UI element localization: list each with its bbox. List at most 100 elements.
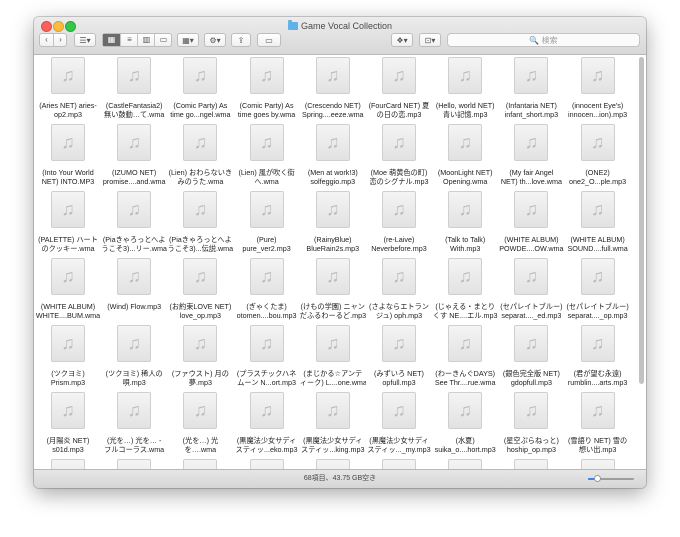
- file-item[interactable]: ♫ (Piaきゃろっとへよ うこそ3)...リー.wma: [101, 191, 167, 258]
- file-item[interactable]: ♫ (けもの学園) ニャン だふるわーるど.mp3: [300, 258, 366, 325]
- file-item[interactable]: ♫ (黒魔法少女サディ スティッ...eko.mp3: [234, 392, 300, 459]
- file-item[interactable]: ♫ (Aries NET) aries-op2.mp3: [35, 57, 101, 124]
- file-item[interactable]: ♫ (ツクヨミ) Prism.mp3: [35, 325, 101, 392]
- file-item[interactable]: ♫ (さよならエトラン ジュ) oph.mp3: [366, 258, 432, 325]
- file-item[interactable]: ♫ (水夏) suika_o....hort.mp3: [432, 392, 498, 459]
- file-name: (RainyBlue) BlueRain2s.mp3: [300, 235, 366, 253]
- arrange-button[interactable]: ☰▾: [74, 33, 96, 47]
- file-name-line-2: s01d.mp3: [52, 445, 84, 454]
- file-name-line-2: くす NE....エル.mp3: [432, 311, 498, 320]
- file-name: (光を…) 光を….wma: [167, 436, 233, 454]
- file-item[interactable]: ♫ (Lien) 風が吹く街 へ.wma: [234, 124, 300, 191]
- file-item[interactable]: ♫ (銀色完全版 NET) gdopfull.mp3: [498, 325, 564, 392]
- file-item[interactable]: ♫ (Comic Party) As time goes by.wma: [234, 57, 300, 124]
- file-name-line-1: (雪語り NET) 雪の: [568, 436, 628, 445]
- audio-file-icon: ♫: [249, 258, 284, 295]
- vertical-scrollbar[interactable]: [639, 57, 644, 384]
- file-name-line-2: 青い記憶.mp3: [442, 110, 488, 119]
- slider-knob[interactable]: [593, 475, 601, 482]
- file-item[interactable]: ♫ (FourCard NET) 夏の日の恋.mp3: [366, 57, 432, 124]
- audio-file-icon: ♫: [315, 124, 350, 161]
- file-item[interactable]: ♫ (セパレイトブルー) separat...._ed.mp3: [498, 258, 564, 325]
- file-item[interactable]: ♫ (innocent Eye's) innocen...ion).mp3: [565, 57, 631, 124]
- icon-size-slider[interactable]: [588, 475, 634, 482]
- file-name-line-2: うこそ3)...リー.wma: [101, 244, 167, 253]
- file-name-line-2: See Thr....rue.wma: [434, 378, 496, 387]
- file-name: (My fair Angel NET) th...love.wma: [498, 168, 564, 186]
- file-item[interactable]: ♫ (ファウスト) 月の 夢.mp3: [167, 325, 233, 392]
- file-item[interactable]: ♫ (Comic Party) As time go...ngel.wma: [167, 57, 233, 124]
- file-item[interactable]: ♫ (セパレイトブルー) separat...._op.mp3: [565, 258, 631, 325]
- file-item[interactable]: ♫ (星空ぷらねっと) hoship_op.mp3: [498, 392, 564, 459]
- file-item[interactable]: ♫ (Men at work!3) solfeggio.mp3: [300, 124, 366, 191]
- file-item[interactable]: ♫ (Pure) pure_ver2.mp3: [234, 191, 300, 258]
- audio-file-icon: ♫: [315, 325, 350, 362]
- file-name-line-1: (けもの学園) ニャン: [300, 302, 365, 311]
- file-item[interactable]: ♫ (まじかる☆アンテ ィーク) L....one.wma: [300, 325, 366, 392]
- back-button[interactable]: ‹: [40, 34, 54, 46]
- file-item[interactable]: ♫ (光を…) 光を….wma: [167, 392, 233, 459]
- file-item[interactable]: ♫ (月陽炎 NET) s01d.mp3: [35, 392, 101, 459]
- file-name: (Moe 萌黄色の町) 恋のシグナル.mp3: [366, 168, 432, 186]
- file-item[interactable]: ♫ (プラスチックハネ ムーン N...ort.mp3: [234, 325, 300, 392]
- file-item[interactable]: ♫ (ONE2) one2_O...ple.mp3: [565, 124, 631, 191]
- file-item[interactable]: ♫ (re-Laive) Neverbefore.mp3: [366, 191, 432, 258]
- audio-file-icon: ♫: [382, 392, 416, 429]
- file-item[interactable]: ♫ (PALETTE) ハート のクッキー.wma: [35, 191, 101, 258]
- file-item[interactable]: ♫ (Lien) おわらないき みのうた.wma: [167, 124, 233, 191]
- file-item[interactable]: ♫ (君が望む永遠) rumblin....arts.mp3: [565, 325, 631, 392]
- search-input[interactable]: 🔍 検索: [447, 33, 640, 47]
- file-item[interactable]: ♫ (IZUMO NET) promise....and.wma: [101, 124, 167, 191]
- column-view-button[interactable]: ▥: [137, 34, 155, 46]
- file-item[interactable]: ♫ (MoonLight NET) Opening.wma: [432, 124, 498, 191]
- file-item[interactable]: ♫ (WHITE ALBUM) WHITE....BUM.wma: [35, 258, 101, 325]
- icon-view-button[interactable]: ▦: [103, 34, 120, 46]
- file-item[interactable]: ♫ (Crescendo NET) Spring....eeze.wma: [300, 57, 366, 124]
- file-item[interactable]: ♫ (My fair Angel NET) th...love.wma: [498, 124, 564, 191]
- file-name: (PALETTE) ハート のクッキー.wma: [35, 235, 101, 253]
- file-name-line-1: (セパレイトブルー): [500, 302, 563, 311]
- file-item[interactable]: ♫ (Wind) Flow.mp3: [101, 258, 167, 325]
- file-item[interactable]: ♫ (Talk to Talk) With.mp3: [432, 191, 498, 258]
- file-name-line-1: (ツクヨミ): [51, 369, 85, 378]
- file-item[interactable]: ♫ (Into Your World NET) INTO.MP3: [35, 124, 101, 191]
- file-name-line-1: (黒魔法少女サディ: [369, 436, 429, 445]
- sort-button[interactable]: ▦▾: [177, 33, 199, 47]
- file-item[interactable]: ♫ (CastleFantasia2) 無い鼓動…て.wma: [101, 57, 167, 124]
- file-name-line-2: ジュ) oph.mp3: [375, 311, 423, 320]
- file-item[interactable]: ♫ (Piaきゃろっとへよ うこそ3)...伝説.wma: [167, 191, 233, 258]
- list-view-button[interactable]: ≡: [120, 34, 138, 46]
- file-item[interactable]: ♫ (Infantaria NET) infant_short.mp3: [498, 57, 564, 124]
- file-item[interactable]: ♫ (RainyBlue) BlueRain2s.mp3: [300, 191, 366, 258]
- dropbox-button[interactable]: ❖▾: [391, 33, 413, 47]
- file-name-line-1: (Men at work!3): [307, 168, 358, 177]
- share-button[interactable]: ⇪: [231, 33, 251, 47]
- file-item[interactable]: ♫ (WHITE ALBUM) POWDE....OW.wma: [498, 191, 564, 258]
- file-item[interactable]: ♫ (光を…) 光を… - フルコーラス.wma: [101, 392, 167, 459]
- file-item[interactable]: ♫ (わーきんぐDAYS) See Thr....rue.wma: [432, 325, 498, 392]
- file-item[interactable]: ♫ (じゃえる・まとり くす NE....エル.mp3: [432, 258, 498, 325]
- file-item[interactable]: ♫ (黒魔法少女サディ スティッ..._my.mp3: [366, 392, 432, 459]
- file-name-line-2: opfull.mp3: [382, 378, 416, 387]
- file-item[interactable]: ♫ (ぎゃくたま) otomen....bou.mp3: [234, 258, 300, 325]
- file-item[interactable]: ♫ (ツクヨミ) 稀人の 唄.mp3: [101, 325, 167, 392]
- coverflow-view-button[interactable]: ▭: [154, 34, 172, 46]
- tag-button[interactable]: ▭: [257, 33, 281, 47]
- file-name-line-1: (みずいろ NET): [374, 369, 424, 378]
- action-gear-button[interactable]: ⚙▾: [204, 33, 226, 47]
- file-item[interactable]: ♫ (黒魔法少女サディ スティッ...king.mp3: [300, 392, 366, 459]
- file-name-line-1: (Lien) おわらないき: [168, 168, 233, 177]
- lock-button[interactable]: ⊡▾: [419, 33, 441, 47]
- forward-button[interactable]: ›: [54, 34, 67, 46]
- file-name-line-2: POWDE....OW.wma: [499, 244, 564, 253]
- file-item[interactable]: ♫ (みずいろ NET) opfull.mp3: [366, 325, 432, 392]
- file-name-line-2: BlueRain2s.mp3: [306, 244, 360, 253]
- file-name-line-2: NET) th...love.wma: [500, 177, 562, 186]
- audio-file-icon: ♫: [580, 57, 615, 94]
- file-item[interactable]: ♫ (WHITE ALBUM) SOUND....full.wma: [565, 191, 631, 258]
- file-name: (CastleFantasia2) 無い鼓動…て.wma: [101, 101, 167, 119]
- file-item[interactable]: ♫ (雪語り NET) 雪の 想い出.mp3: [565, 392, 631, 459]
- file-item[interactable]: ♫ (お約束LOVE NET) love_op.mp3: [167, 258, 233, 325]
- file-item[interactable]: ♫ (Hello, world NET) 青い記憶.mp3: [432, 57, 498, 124]
- file-item[interactable]: ♫ (Moe 萌黄色の町) 恋のシグナル.mp3: [366, 124, 432, 191]
